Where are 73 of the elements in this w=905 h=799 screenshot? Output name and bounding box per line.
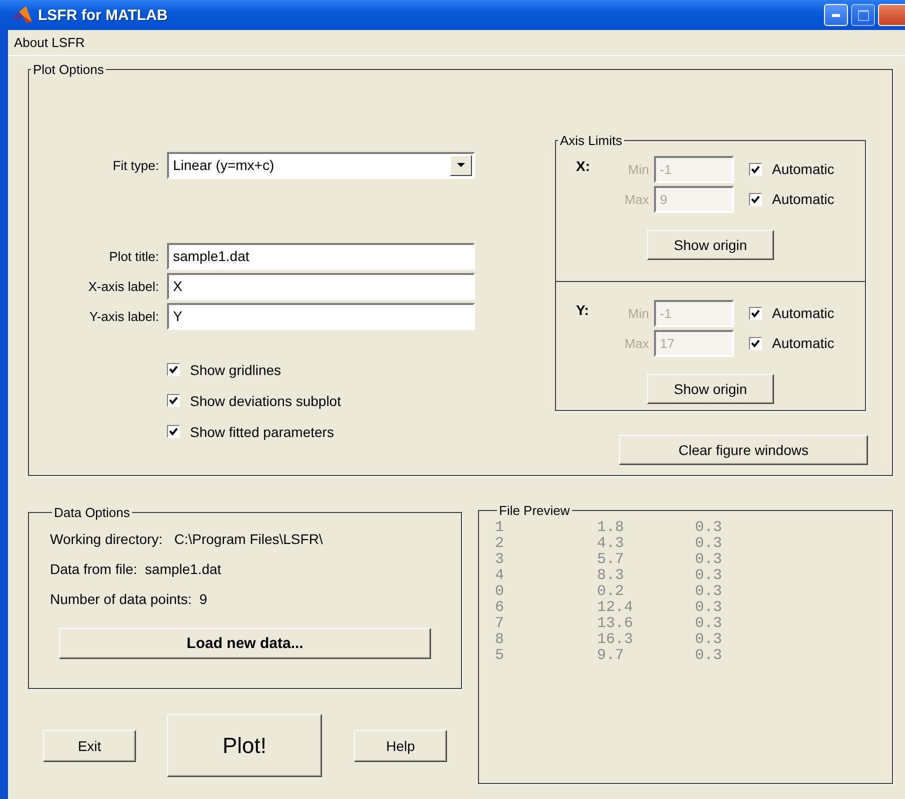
preview-cell-text: 7: [495, 616, 506, 632]
preview-cell-text: 2: [495, 536, 506, 552]
window-title: LSFR for MATLAB: [38, 6, 169, 24]
checkbox-label: Automatic: [772, 305, 834, 321]
preview-cell: 0.3: [695, 536, 722, 552]
text-field[interactable]: X: [167, 272, 475, 300]
checkbox-label: Automatic: [772, 191, 834, 207]
preview-cell-text: 0.2: [597, 584, 626, 600]
preview-cell: 0.3: [695, 648, 722, 664]
checkbox[interactable]: [167, 425, 180, 438]
preview-cell: 0.3: [695, 600, 722, 616]
preview-cell-text: 4.3: [597, 536, 626, 552]
checkbox-label: Show deviations subplot: [190, 392, 341, 408]
close-button[interactable]: [878, 4, 905, 26]
matlab-logo-icon: [12, 6, 32, 24]
maximize-icon: [858, 10, 868, 20]
preview-cell-text: 6: [495, 600, 506, 616]
show-origin-button[interactable]: Show origin: [647, 230, 774, 260]
checkbox-label: Show gridlines: [190, 362, 282, 378]
show-origin-button[interactable]: Show origin: [647, 374, 774, 404]
preview-cell-text: 0: [495, 584, 506, 600]
preview-cell-text: 3: [495, 552, 506, 568]
limit-label: Min: [627, 162, 649, 176]
panel-title: Axis Limits: [559, 133, 624, 148]
field-label: Plot title:: [108, 248, 159, 264]
panel-title: Data Options: [53, 505, 131, 520]
preview-cell: 0.3: [695, 568, 722, 584]
preview-cell-text: 13.6: [597, 616, 634, 632]
preview-cell: 0.3: [695, 632, 722, 648]
preview-cell-text: 5: [495, 648, 506, 664]
preview-cell: 0.3: [695, 520, 722, 536]
panel-title: File Preview: [498, 503, 571, 518]
preview-cell-text: 1.8: [597, 520, 626, 536]
preview-cell-text: 8.3: [597, 568, 626, 584]
preview-cell-text: 12.4: [597, 600, 634, 616]
preview-cell-text: 1: [495, 520, 506, 536]
maximize-button[interactable]: [851, 4, 875, 26]
preview-cell-text: 5.7: [597, 552, 626, 568]
field-label: X-axis label:: [87, 278, 159, 294]
limit-label: Max: [623, 192, 649, 206]
text-field[interactable]: sample1.dat: [167, 242, 475, 270]
minimize-button[interactable]: [824, 4, 848, 26]
preview-cell: 0.3: [695, 584, 722, 600]
action-button[interactable]: Exit: [43, 730, 136, 762]
info-text: Number of data points: 9: [50, 590, 208, 609]
axis-name: Y:: [575, 302, 590, 318]
checkbox-label: Automatic: [772, 335, 834, 351]
limit-label: Min: [627, 306, 649, 320]
field-label: Fit type:: [112, 158, 159, 172]
axis-name: X:: [575, 158, 591, 174]
preview-cell-text: 4: [495, 568, 506, 584]
checkbox-label: Automatic: [772, 161, 834, 177]
preview-cell-text: 9.7: [597, 648, 626, 664]
clear-figures-button[interactable]: Clear figure windows: [619, 435, 868, 465]
checkbox-label: Show fitted parameters: [190, 424, 334, 440]
checkbox[interactable]: [167, 363, 180, 376]
preview-cell: 0.3: [695, 616, 722, 632]
menu-item[interactable]: About LSFR: [8, 35, 91, 50]
action-button[interactable]: Plot!: [167, 714, 322, 777]
fit-type-dropdown[interactable]: Linear (y=mx+c): [167, 152, 475, 178]
minimize-icon: [832, 14, 840, 16]
panel-title: Plot Options: [32, 62, 105, 77]
field-label: Y-axis label:: [88, 308, 159, 324]
limit-label: Max: [623, 336, 649, 350]
preview-cell: 0.3: [695, 552, 722, 568]
info-text: Data from file: sample1.dat: [50, 560, 222, 579]
preview-cell-text: 16.3: [597, 632, 634, 648]
checkbox[interactable]: [167, 394, 180, 407]
text-field[interactable]: Y: [167, 302, 475, 330]
info-text: Working directory: C:\Program Files\LSFR\: [50, 530, 324, 549]
load-data-button[interactable]: Load new data...: [59, 628, 431, 659]
preview-cell-text: 8: [495, 632, 506, 648]
action-button[interactable]: Help: [354, 730, 447, 762]
